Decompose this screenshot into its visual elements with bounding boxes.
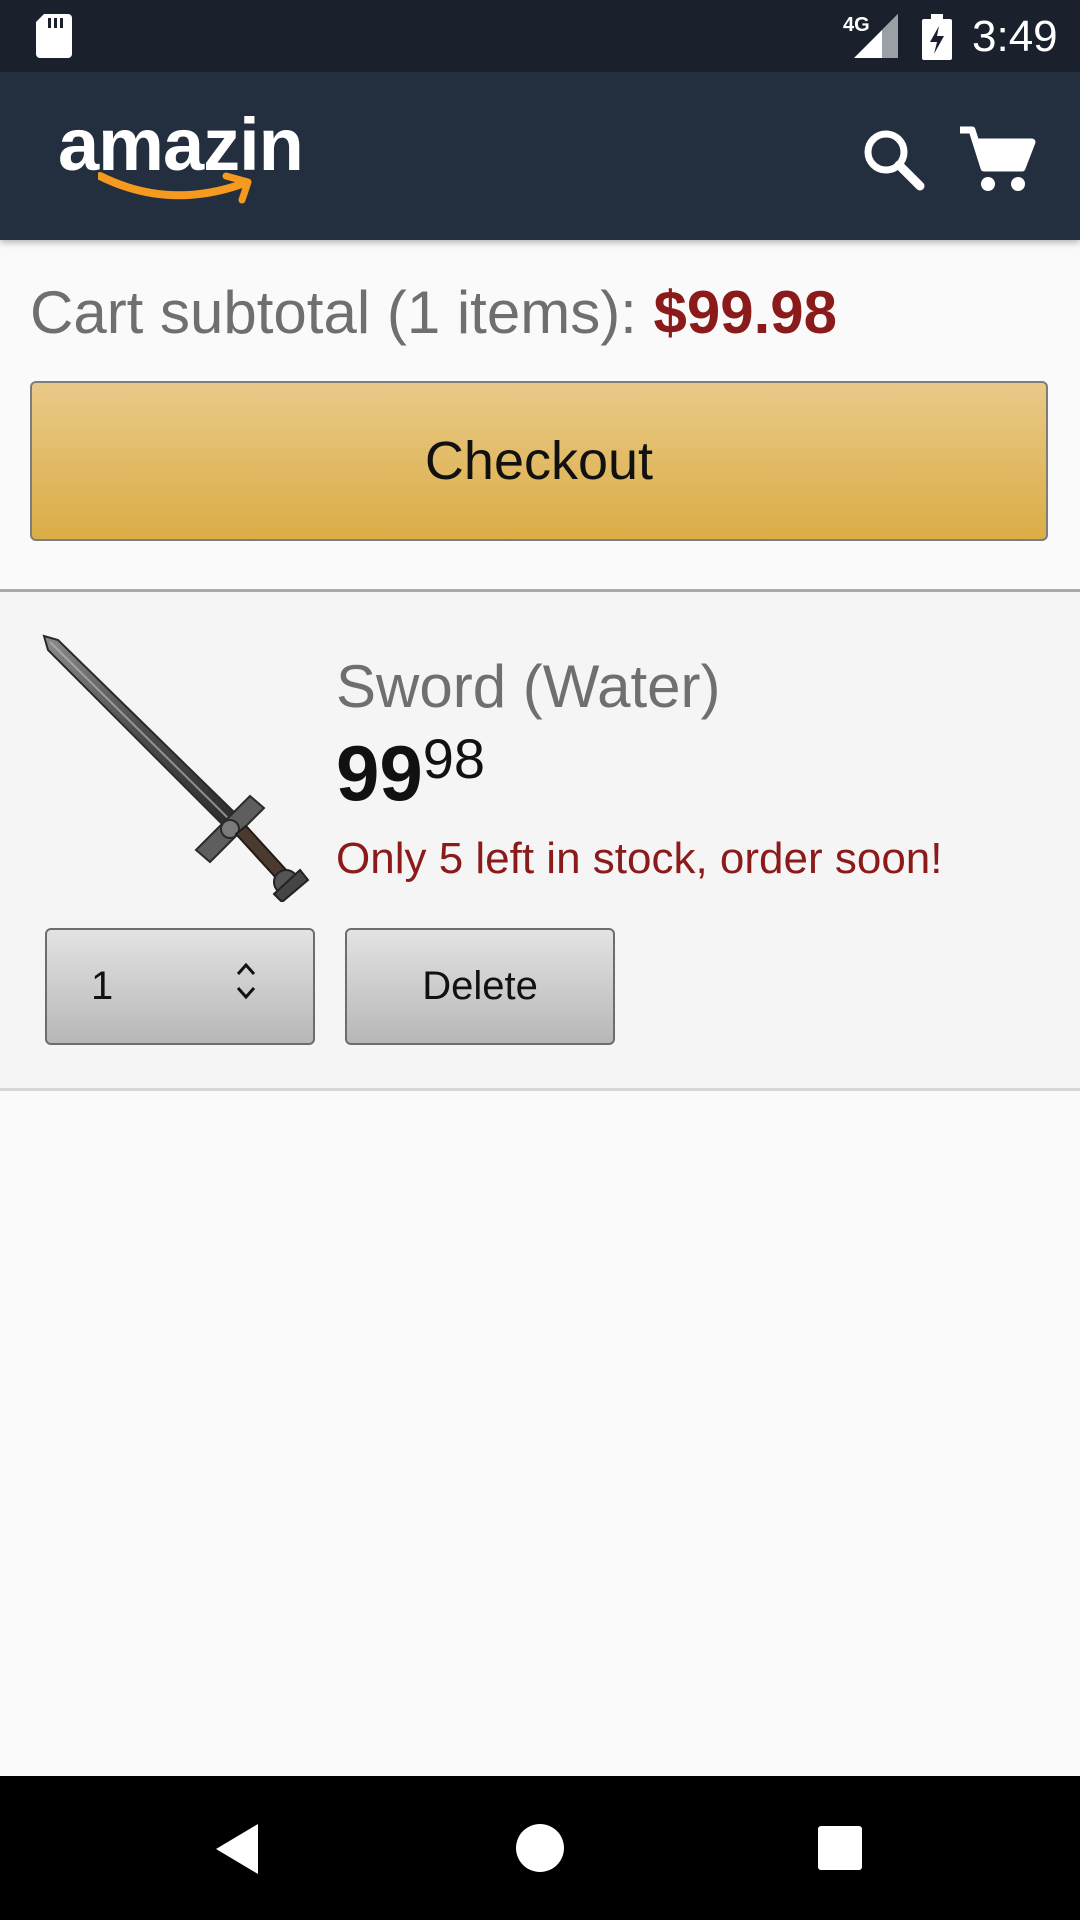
product-price: 9998 bbox=[336, 726, 485, 819]
price-whole: 99 bbox=[336, 729, 423, 817]
divider bbox=[0, 1088, 1080, 1091]
price-fraction: 98 bbox=[422, 727, 486, 790]
sword-image[interactable] bbox=[38, 632, 318, 902]
signal-icon bbox=[854, 14, 898, 58]
product-title[interactable]: Sword (Water) bbox=[336, 652, 721, 721]
cart-item: Sword (Water) 9998 Only 5 left in stock,… bbox=[0, 592, 1080, 1088]
checkout-button[interactable]: Checkout bbox=[30, 381, 1048, 541]
recents-icon[interactable] bbox=[818, 1826, 862, 1870]
cart-icon[interactable] bbox=[958, 120, 1038, 200]
back-icon[interactable] bbox=[212, 1822, 262, 1876]
status-bar: 4G 3:49 bbox=[0, 0, 1080, 72]
logo-smile-icon bbox=[98, 172, 252, 204]
cart-subtotal: Cart subtotal (1 items): $99.98 bbox=[30, 278, 837, 347]
subtotal-amount: $99.98 bbox=[653, 279, 838, 346]
home-icon[interactable] bbox=[516, 1824, 564, 1872]
amazin-logo[interactable]: amazin bbox=[58, 100, 348, 204]
quantity-value: 1 bbox=[91, 964, 114, 1008]
search-icon[interactable] bbox=[858, 124, 928, 194]
quantity-select[interactable]: 1 bbox=[45, 928, 315, 1045]
clock: 3:49 bbox=[972, 12, 1058, 61]
sd-card-icon bbox=[36, 14, 72, 58]
system-nav-bar bbox=[0, 1776, 1080, 1920]
delete-button[interactable]: Delete bbox=[345, 928, 615, 1045]
app-bar: amazin bbox=[0, 72, 1080, 240]
subtotal-label: Cart subtotal (1 items): bbox=[30, 279, 637, 346]
stock-message: Only 5 left in stock, order soon! bbox=[336, 834, 943, 883]
up-down-chevron-icon bbox=[236, 962, 256, 1000]
battery-charging-icon bbox=[922, 14, 952, 60]
